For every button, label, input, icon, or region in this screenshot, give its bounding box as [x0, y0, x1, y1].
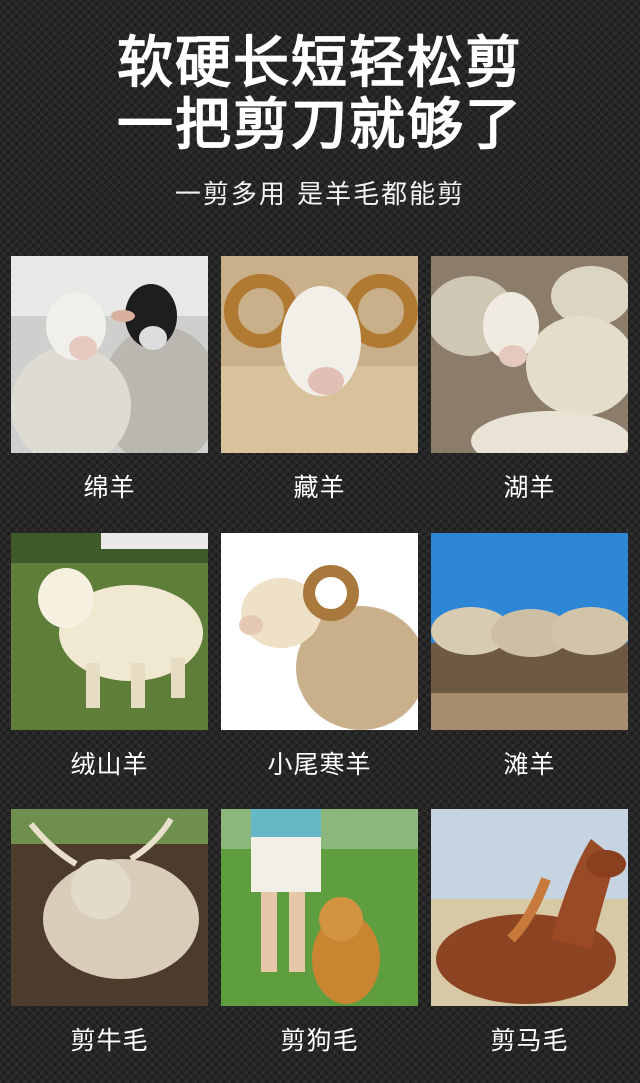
- sheep-photo: [221, 256, 418, 453]
- card-label: 绒山羊: [70, 750, 149, 779]
- card-label: 剪牛毛: [70, 1026, 149, 1055]
- card-rongshanyang: 绒山羊: [11, 533, 208, 781]
- card-niumao: 剪牛毛: [11, 809, 208, 1057]
- card-label: 滩羊: [503, 750, 556, 779]
- subtitle: 一剪多用 是羊毛都能剪: [174, 180, 466, 210]
- card-mamao: 剪马毛: [431, 809, 628, 1057]
- sheep-photo: [431, 256, 628, 453]
- goat-photo: [11, 533, 208, 730]
- yak-photo: [11, 809, 208, 1006]
- card-label: 剪狗毛: [280, 1026, 359, 1055]
- card-goumao: 剪狗毛: [221, 809, 418, 1057]
- card-label: 湖羊: [503, 473, 556, 502]
- horse-photo: [431, 809, 628, 1006]
- card-label: 绵羊: [83, 473, 136, 502]
- card-label: 小尾寒羊: [267, 750, 372, 779]
- card-zangyang: 藏羊: [221, 256, 418, 504]
- card-huyang: 湖羊: [431, 256, 628, 504]
- sheep-photo: [431, 533, 628, 730]
- card-tanyang: 滩羊: [431, 533, 628, 781]
- title-line-2: 一把剪刀就够了: [117, 93, 523, 158]
- dog-photo: [221, 809, 418, 1006]
- card-label: 剪马毛: [490, 1026, 569, 1055]
- card-mianyang: 绵羊: [11, 256, 208, 504]
- sheep-photo: [221, 533, 418, 730]
- card-xiaoweihanyang: 小尾寒羊: [221, 533, 418, 781]
- sheep-photo: [11, 256, 208, 453]
- title-line-1: 软硬长短轻松剪: [117, 31, 523, 96]
- card-label: 藏羊: [293, 473, 346, 502]
